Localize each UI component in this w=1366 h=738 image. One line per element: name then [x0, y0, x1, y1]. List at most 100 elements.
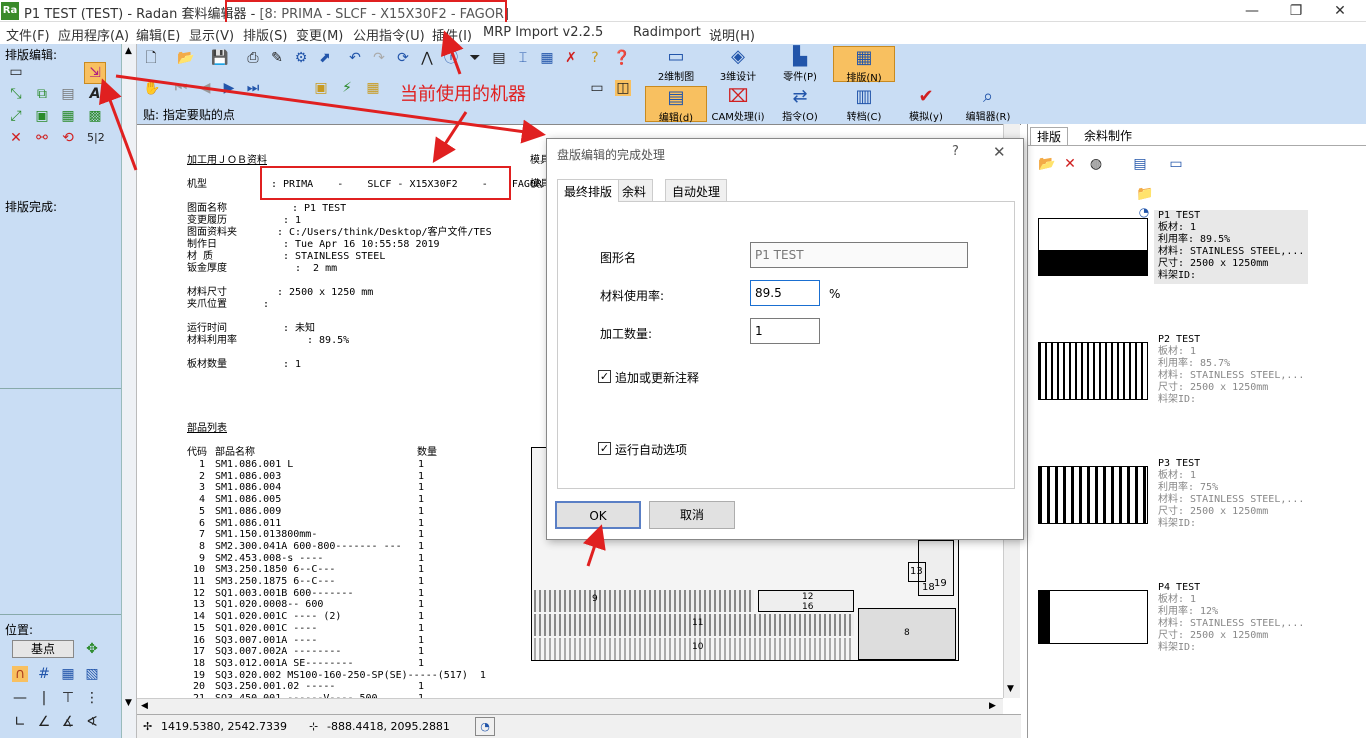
usage-field[interactable] — [750, 280, 820, 306]
wand-icon[interactable]: ⚙ — [293, 50, 309, 66]
angle-icon[interactable]: ∠ — [36, 714, 52, 730]
tee-icon[interactable]: ⊤ — [60, 690, 76, 706]
menu-plugins[interactable]: 插件(I) — [432, 25, 472, 44]
nest-thumbnail[interactable] — [1038, 342, 1148, 400]
nest-button[interactable]: ▦ 排版(N) — [833, 46, 895, 84]
maximize-button[interactable]: ❐ — [1274, 0, 1318, 22]
grid-fine-icon[interactable]: ▦ — [60, 666, 76, 682]
angle3-icon[interactable]: ∢ — [84, 714, 100, 730]
base-point-button[interactable]: 基点 — [12, 640, 74, 658]
copy-icon[interactable]: ⧉ — [34, 86, 50, 102]
prev-icon[interactable]: ◀ — [197, 80, 213, 96]
snap-icon[interactable]: ✥ — [84, 641, 100, 657]
canvas-horizontal-scrollbar[interactable]: ◀ ▶ — [137, 698, 1003, 714]
panel-icon[interactable]: ▭ — [589, 80, 605, 96]
design-3d-button[interactable]: ◈ 3维设计 — [707, 46, 769, 83]
text-icon[interactable]: A — [87, 86, 103, 102]
close-button[interactable]: ✕ — [1318, 0, 1362, 22]
globe-icon[interactable]: ◍ — [1088, 156, 1104, 172]
hand-icon[interactable]: ✋ — [143, 80, 160, 96]
menu-mrp-import[interactable]: MRP Import v2.2.5 — [483, 25, 603, 40]
redo-icon[interactable]: ↷ — [371, 50, 387, 66]
menu-application[interactable]: 应用程序(A) — [58, 25, 129, 44]
angle2-icon[interactable]: ∡ — [60, 714, 76, 730]
array-icon[interactable]: ▦ — [60, 108, 76, 124]
table-icon[interactable]: ▤ — [491, 50, 507, 66]
fraction-icon[interactable]: 5|2 — [87, 130, 105, 146]
horizontal-icon[interactable]: — — [12, 690, 28, 706]
list-view-icon[interactable]: ▤ — [1132, 156, 1148, 172]
nest-thumbnail[interactable] — [1038, 466, 1148, 524]
exit-nest-icon[interactable]: ⇲ — [84, 62, 106, 84]
nest-thumbnail[interactable] — [1038, 590, 1148, 644]
magnet-icon[interactable]: ∩ — [12, 666, 28, 682]
cancel-tool-icon[interactable]: ✗ — [563, 50, 579, 66]
scroll-up-icon[interactable]: ▲ — [125, 46, 132, 56]
pointer-icon[interactable]: ⬈ — [317, 50, 333, 66]
nest-thumbnail[interactable] — [1038, 218, 1148, 276]
menu-file[interactable]: 文件(F) — [6, 25, 50, 44]
grid-icon[interactable]: # — [36, 666, 52, 682]
command-button[interactable]: ⇄ 指令(O) — [769, 86, 831, 123]
help-arrow-icon[interactable]: ? — [587, 50, 603, 66]
menu-help[interactable]: 说明(H) — [709, 25, 755, 44]
tab-final-nest[interactable]: 最终排版 — [557, 179, 620, 202]
grid-diag-icon[interactable]: ▧ — [84, 666, 100, 682]
path-icon[interactable]: ⋀ — [419, 50, 435, 66]
cam-button[interactable]: ⌧ CAM处理(i) — [707, 86, 769, 123]
edit-button[interactable]: ▤ 编辑(d) — [645, 86, 707, 124]
editor-button[interactable]: ⌕ 编辑器(R) — [957, 86, 1019, 123]
menu-utilities[interactable]: 公用指令(U) — [353, 25, 425, 44]
menu-modify[interactable]: 变更(M) — [296, 25, 343, 44]
help-icon[interactable]: ❓ — [613, 50, 630, 66]
part-button[interactable]: ▙ 零件(P) — [769, 46, 831, 83]
tab-nest[interactable]: 排版 — [1030, 127, 1069, 145]
split-view-icon[interactable]: ◫ — [615, 80, 631, 96]
rotate-icon[interactable]: ⟲ — [60, 130, 76, 146]
vertical-icon[interactable]: | — [36, 690, 52, 706]
scroll-down-icon[interactable]: ▼ — [125, 698, 132, 708]
scroll-left-icon[interactable]: ◀ — [141, 701, 148, 711]
scroll-down-icon[interactable]: ▼ — [1007, 684, 1014, 694]
excel-icon[interactable]: ▦ — [539, 50, 555, 66]
shape-name-field[interactable] — [750, 242, 968, 268]
undo-icon[interactable]: ↶ — [347, 50, 363, 66]
tab-auto-process[interactable]: 自动处理 — [665, 179, 728, 201]
filter-icon[interactable]: ⏷ — [467, 50, 483, 66]
close-icon[interactable]: ✕ — [993, 143, 1006, 161]
delete-icon[interactable]: ✕ — [1062, 156, 1078, 172]
next-icon[interactable]: ▶ — [221, 80, 237, 96]
minimize-button[interactable]: — — [1230, 0, 1274, 22]
rect-icon[interactable]: ▭ — [8, 64, 24, 80]
ok-button[interactable]: OK — [555, 501, 641, 529]
menu-view[interactable]: 显示(V) — [189, 25, 234, 44]
convert-button[interactable]: ▥ 转档(C) — [833, 86, 895, 123]
pen-icon[interactable]: ✎ — [269, 50, 285, 66]
save-icon[interactable]: 💾 — [211, 50, 228, 66]
print-icon[interactable]: ⎙ — [245, 50, 261, 66]
corner-icon[interactable]: ∟ — [12, 714, 28, 730]
dashed-vertical-icon[interactable]: ⋮ — [84, 690, 100, 706]
quantity-field[interactable] — [750, 318, 820, 344]
tab-remnant[interactable]: 余料制作 — [1078, 127, 1138, 144]
delete-icon[interactable]: ✕ — [8, 130, 24, 146]
page-icon[interactable]: ▤ — [60, 86, 76, 102]
grid-select-icon[interactable]: ▣ — [34, 108, 50, 124]
first-icon[interactable]: ⏮ — [173, 80, 189, 96]
refresh-icon[interactable]: ⟳ — [395, 50, 411, 66]
left-scrollbar[interactable]: ▲ ▼ — [122, 44, 137, 738]
menu-radimport[interactable]: Radimport — [633, 25, 701, 40]
layout-icon[interactable]: ▣ — [313, 80, 329, 96]
matrix-icon[interactable]: ▩ — [87, 108, 103, 124]
sheet-icon[interactable]: ▦ — [365, 80, 381, 96]
last-icon[interactable]: ⏭ — [245, 80, 261, 96]
update-notes-checkbox[interactable]: ✓ — [598, 370, 611, 383]
info-icon[interactable]: ⓘ — [443, 50, 459, 66]
mirror-icon[interactable]: ⚯ — [34, 130, 50, 146]
dimension-icon[interactable]: ⌶ — [515, 50, 531, 66]
simulate-button[interactable]: ✔ 模拟(y) — [895, 86, 957, 123]
detail-view-icon[interactable]: ▭ — [1168, 156, 1184, 172]
menu-nest[interactable]: 排版(S) — [243, 25, 287, 44]
folder-open-icon[interactable]: 📂 — [1038, 156, 1055, 172]
open-icon[interactable]: 📂 — [177, 50, 194, 66]
